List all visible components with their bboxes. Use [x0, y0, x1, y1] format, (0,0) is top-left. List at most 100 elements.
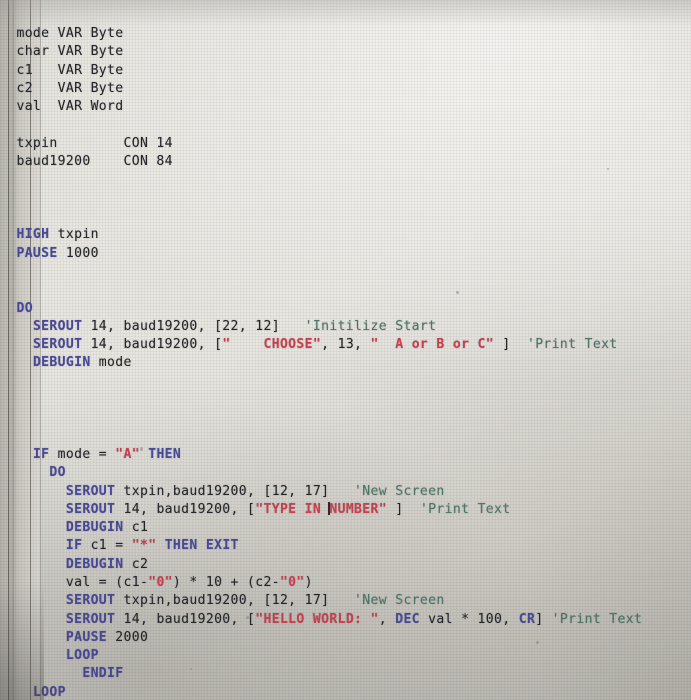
code-text: mode VAR Byte: [16, 26, 124, 42]
code-line[interactable]: SEROUT txpin,baud19200, [12, 17] 'New Sc…: [0, 483, 691, 501]
code-line[interactable]: ENDIF: [0, 665, 691, 683]
code-line[interactable]: val = (c1-"0") * 10 + (c2-"0"): [0, 574, 691, 592]
code-keyword: SEROUT: [32, 337, 83, 353]
code-keyword: THEN EXIT: [164, 538, 239, 554]
code-text: val * 100,: [419, 611, 519, 627]
code-comment: 'Initilize Start: [304, 318, 437, 334]
code-line[interactable]: val VAR Word: [0, 98, 691, 116]
code-keyword: DEBUGIN: [65, 556, 124, 572]
code-line[interactable]: PAUSE 1000: [0, 245, 691, 263]
code-text: c2: [123, 556, 149, 572]
code-keyword: IF: [32, 446, 50, 462]
code-text: val = (c1-: [65, 575, 149, 590]
code-keyword: SEROUT: [65, 611, 116, 627]
code-keyword: ENDIF: [82, 666, 124, 682]
code-text: txpin,baud19200, [12, 17]: [115, 483, 355, 499]
code-text: c1 VAR Byte: [16, 62, 124, 78]
code-text: ) * 10 + (c2-: [172, 575, 280, 590]
code-string: "0": [148, 575, 173, 590]
code-string: " CHOOSE": [222, 337, 322, 353]
code-line[interactable]: txpin CON 14: [0, 135, 691, 153]
code-line[interactable]: SEROUT 14, baud19200, ["TYPE IN NUMBER" …: [0, 501, 691, 519]
screenshot-root: mode VAR Byte char VAR Byte c1 VAR Byte …: [0, 0, 691, 700]
code-text: 14, baud19200, [: [115, 611, 256, 627]
code-line[interactable]: IF c1 = "*" THEN EXIT: [0, 537, 691, 555]
code-line[interactable]: DO: [0, 300, 691, 318]
code-string: " A or B or C": [370, 337, 495, 353]
code-text: ): [304, 575, 313, 590]
code-text: , 13,: [321, 337, 371, 353]
code-text: mode: [90, 355, 132, 371]
code-keyword: IF: [65, 538, 83, 554]
code-line[interactable]: [0, 281, 691, 299]
code-line[interactable]: DEBUGIN c2: [0, 556, 691, 574]
code-keyword: SEROUT: [65, 593, 116, 609]
code-keyword: DO: [49, 465, 66, 481]
code-line[interactable]: IF mode = "A" THEN: [0, 446, 691, 464]
code-keyword: DEBUGIN: [65, 520, 124, 536]
code-text: 2000: [107, 629, 149, 645]
code-keyword: DO: [16, 300, 33, 316]
code-line[interactable]: char VAR Byte: [0, 43, 691, 61]
code-text: char VAR Byte: [16, 44, 124, 60]
code-line[interactable]: [0, 190, 691, 208]
code-keyword: SEROUT: [65, 483, 116, 499]
code-line[interactable]: mode VAR Byte: [0, 25, 691, 43]
code-keyword: SEROUT: [32, 318, 83, 334]
code-line[interactable]: SEROUT 14, baud19200, [" CHOOSE", 13, " …: [0, 336, 691, 354]
code-line[interactable]: LOOP: [0, 684, 691, 700]
code-line[interactable]: LOOP: [0, 647, 691, 665]
code-comment: 'New Screen: [354, 483, 445, 499]
code-line[interactable]: DEBUGIN c1: [0, 519, 691, 537]
code-text: txpin: [49, 227, 99, 243]
code-text: c1 =: [82, 538, 132, 554]
code-keyword: THEN: [148, 446, 182, 462]
code-line[interactable]: DO: [0, 464, 691, 482]
code-text: 1000: [57, 245, 99, 261]
code-line[interactable]: baud19200 CON 84: [0, 153, 691, 171]
code-comment: 'New Screen: [354, 593, 445, 609]
code-text-area[interactable]: mode VAR Byte char VAR Byte c1 VAR Byte …: [0, 13, 691, 700]
code-text: baud19200 CON 84: [16, 154, 173, 170]
code-keyword: LOOP: [65, 648, 99, 664]
code-line[interactable]: [0, 409, 691, 427]
code-text: mode =: [49, 446, 116, 462]
code-keyword: PAUSE: [65, 629, 108, 645]
code-keyword: SEROUT: [65, 501, 116, 517]
code-line[interactable]: [0, 373, 691, 391]
code-comment: 'Print Text: [551, 611, 643, 627]
code-line[interactable]: [0, 117, 691, 135]
code-line[interactable]: [0, 263, 691, 281]
code-comment: 'Print Text: [419, 501, 511, 517]
code-string: "HELLO WORLD: ": [255, 611, 379, 627]
code-text: c2 VAR Byte: [16, 80, 124, 96]
code-line[interactable]: [0, 208, 691, 226]
code-string: "A": [115, 446, 140, 462]
code-line[interactable]: HIGH txpin: [0, 226, 691, 244]
code-text: 14, baud19200, [22, 12]: [82, 318, 305, 334]
code-line[interactable]: PAUSE 2000: [0, 629, 691, 647]
code-string: "0": [279, 575, 305, 590]
code-line[interactable]: SEROUT 14, baud19200, ["HELLO WORLD: ", …: [0, 611, 691, 629]
code-line[interactable]: c2 VAR Byte: [0, 80, 691, 98]
code-string: "*": [131, 538, 157, 554]
code-text: ]: [535, 611, 552, 627]
code-line[interactable]: [0, 391, 691, 409]
code-line[interactable]: SEROUT 14, baud19200, [22, 12] 'Initiliz…: [0, 318, 691, 336]
code-keyword: CR: [518, 611, 536, 627]
code-keyword: LOOP: [32, 684, 66, 700]
code-line[interactable]: c1 VAR Byte: [0, 62, 691, 80]
code-keyword: HIGH: [16, 227, 50, 243]
code-text: txpin CON 14: [16, 135, 173, 151]
code-keyword: DEBUGIN: [32, 355, 91, 371]
code-text: c1: [123, 520, 149, 536]
code-line[interactable]: SEROUT txpin,baud19200, [12, 17] 'New Sc…: [0, 592, 691, 610]
code-text: txpin,baud19200, [12, 17]: [115, 593, 355, 609]
code-line[interactable]: DEBUGIN mode: [0, 354, 691, 372]
code-line[interactable]: [0, 428, 691, 446]
code-line[interactable]: [0, 171, 691, 189]
code-text: ]: [387, 501, 420, 517]
code-text: 14, baud19200, [: [82, 337, 223, 353]
